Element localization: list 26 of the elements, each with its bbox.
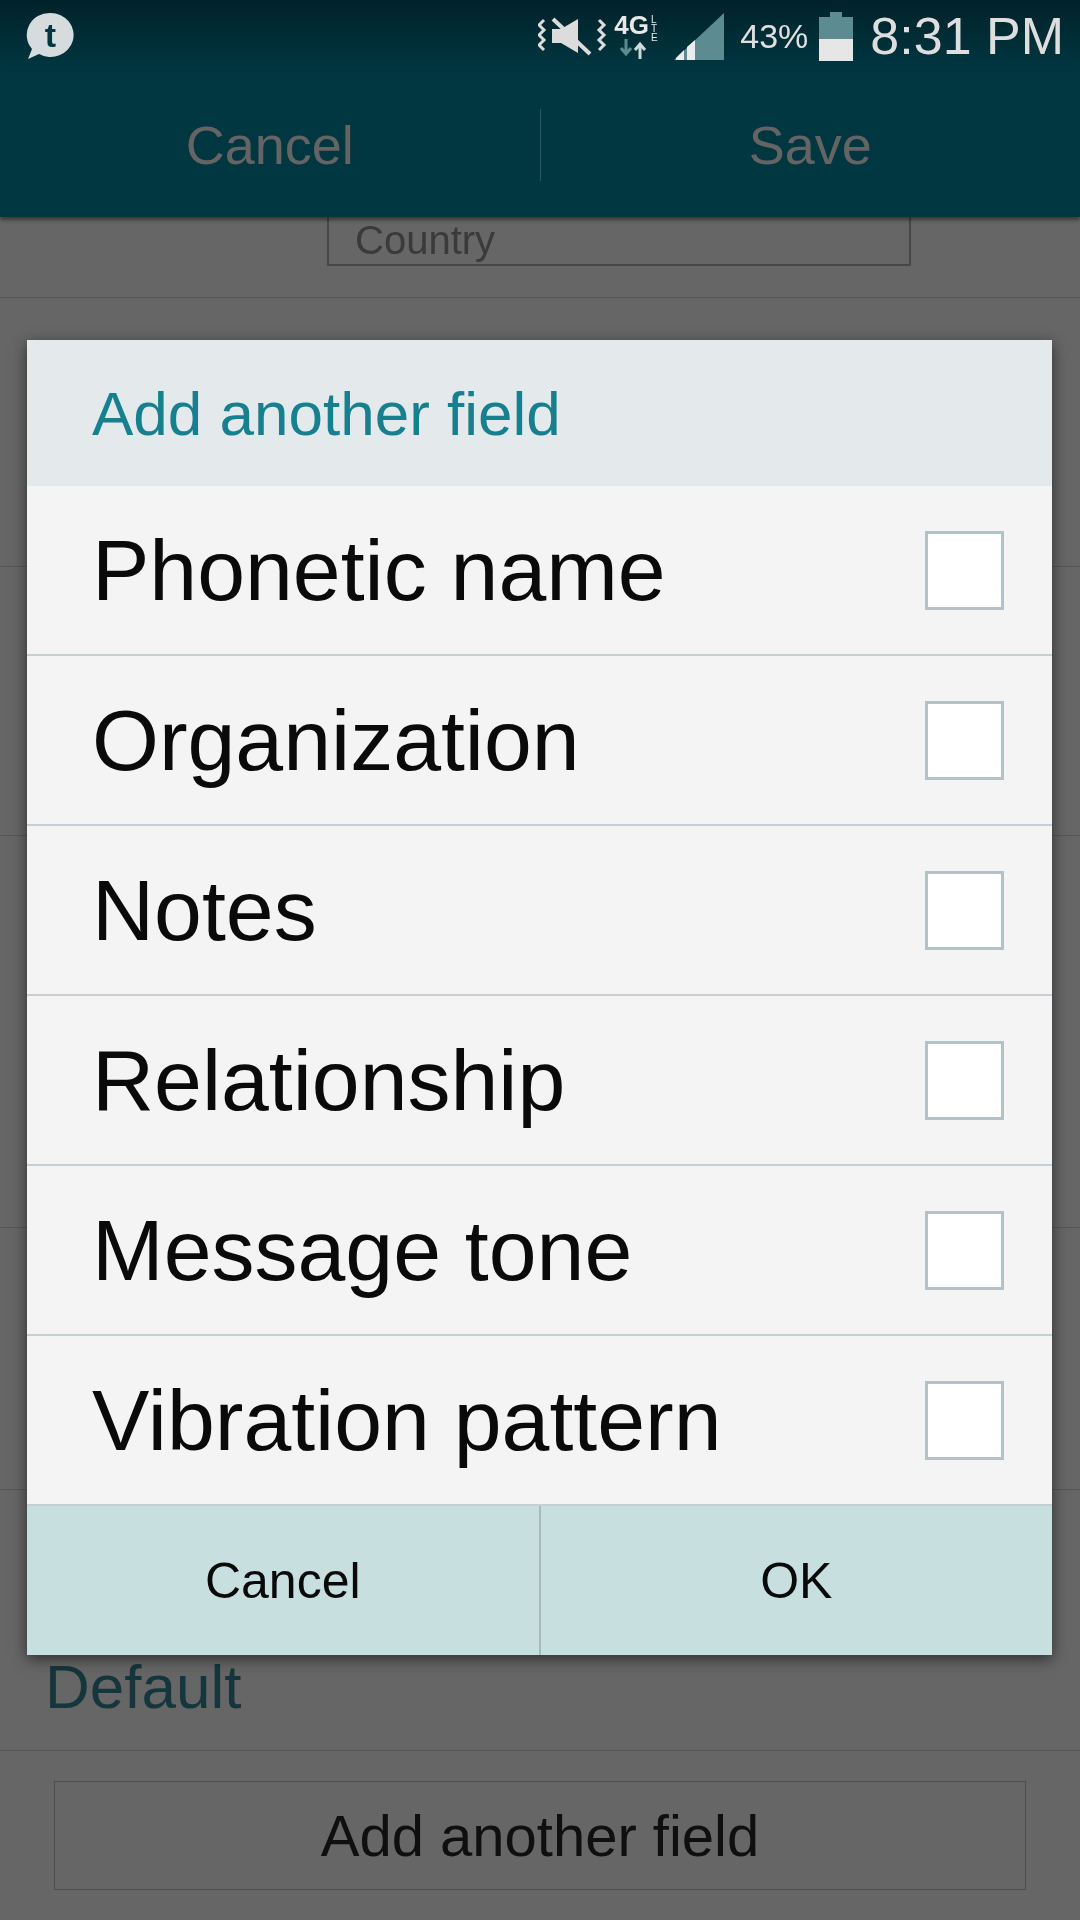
clock-time: 8:31 PM [870,10,1064,62]
checkbox[interactable] [925,1210,1004,1290]
chat-bubble-icon: t [25,12,76,60]
battery-icon [819,11,854,61]
field-value-text: Default [45,1656,242,1718]
battery-percent: 43% [740,19,809,53]
option-label: Organization [92,690,580,790]
option-label: Relationship [92,1030,566,1130]
save-button[interactable]: Save [540,72,1080,217]
signal-icon [674,12,725,60]
option-label: Message tone [92,1200,633,1300]
option-label: Notes [92,860,317,960]
network-subtype-label: LTE [650,15,659,42]
checkbox[interactable] [925,870,1004,950]
add-field-button[interactable]: Add another field [54,1781,1026,1890]
checkbox[interactable] [925,1040,1004,1120]
option-label: Phonetic name [92,520,666,620]
dialog-title: Add another field [27,340,1052,486]
cancel-button[interactable]: Cancel [0,72,540,217]
checkbox[interactable] [925,530,1004,610]
checkbox[interactable] [925,700,1004,780]
network-type-label: 4G [614,13,649,37]
vibrate-mode-icon [538,16,608,56]
option-label: Vibration pattern [92,1370,722,1470]
data-arrows-icon [618,39,649,59]
checkbox[interactable] [925,1380,1004,1460]
